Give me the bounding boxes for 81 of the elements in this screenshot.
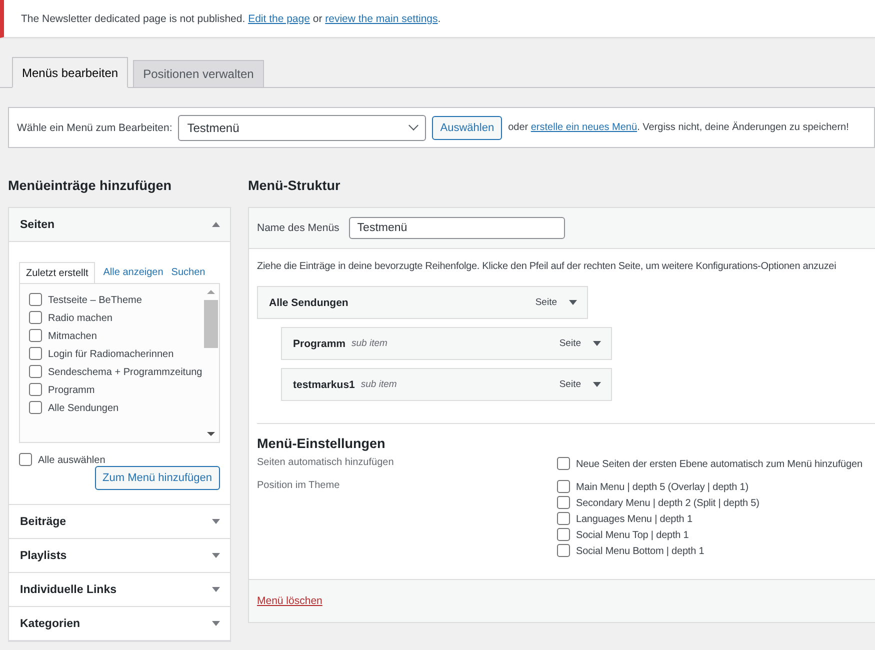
delete-menu-link[interactable]: Menü löschen bbox=[257, 595, 322, 607]
checkbox[interactable] bbox=[557, 496, 570, 509]
checkbox[interactable] bbox=[557, 544, 570, 557]
tab[interactable]: Menüs bearbeiten bbox=[12, 57, 128, 88]
hint-text: oder erstelle ein neues Menü. Vergiss nicht, deine Änderungen zu speichern! bbox=[508, 122, 849, 133]
setting-label: Seiten automatisch hinzufügen bbox=[257, 457, 395, 470]
tab[interactable]: Suchen bbox=[171, 262, 206, 283]
accordion-title: Playlists bbox=[20, 550, 67, 562]
field-label: Wähle ein Menü zum Bearbeiten: bbox=[17, 122, 172, 134]
tab[interactable]: Positionen verwalten bbox=[133, 60, 264, 88]
tab[interactable]: Zuletzt erstellt bbox=[19, 262, 96, 283]
checkbox-option[interactable]: Languages Menu | depth 1 bbox=[557, 512, 760, 525]
checkbox[interactable] bbox=[29, 329, 42, 342]
menu-item-title: Alle Sendungen bbox=[269, 296, 348, 308]
checkbox-option[interactable]: Social Menu Top | depth 1 bbox=[557, 528, 760, 541]
list-item[interactable]: Radio machen bbox=[29, 310, 203, 328]
link[interactable]: erstelle ein neues Menü bbox=[530, 122, 638, 133]
checkbox[interactable] bbox=[19, 453, 32, 466]
accordion-title: Seiten bbox=[20, 218, 55, 230]
checkbox[interactable] bbox=[29, 401, 42, 414]
select-all-option[interactable]: Alle auswählen bbox=[19, 453, 220, 466]
section-heading: Menüeinträge hinzufügen bbox=[8, 178, 172, 195]
checkbox[interactable] bbox=[29, 383, 42, 396]
accordion-header[interactable]: Kategorien bbox=[9, 607, 230, 640]
menu-name-field[interactable]: Testmenü bbox=[349, 217, 566, 239]
menu-item-note: sub item bbox=[360, 379, 397, 390]
accordion-header[interactable]: Individuelle Links bbox=[9, 573, 230, 606]
accordion-header[interactable]: Seiten bbox=[9, 208, 230, 242]
checkbox[interactable] bbox=[29, 293, 42, 306]
menu-select[interactable]: Testmenü bbox=[178, 114, 426, 140]
link[interactable]: Edit the page bbox=[248, 12, 310, 24]
triangle-down-icon[interactable] bbox=[593, 341, 601, 346]
accordion-header[interactable]: Beiträge bbox=[9, 505, 230, 538]
instructions-text: Ziehe die Einträge in deine bevorzugte Reihenfolge. Klicke den Pfeil auf der rechten Seite, um weitere Konfigurations-Optionen anzuzei bbox=[257, 261, 838, 272]
triangle-down-icon bbox=[212, 519, 220, 524]
field-label: Name des Menüs bbox=[257, 222, 340, 234]
menu-item-title: Programm bbox=[293, 338, 346, 350]
checkbox[interactable] bbox=[557, 457, 570, 470]
list-item[interactable]: Mitmachen bbox=[29, 328, 203, 346]
select-value: Testmenü bbox=[187, 120, 240, 134]
list-item[interactable]: Alle Sendungen bbox=[29, 400, 203, 418]
menu-item-type: Seite bbox=[535, 297, 557, 308]
tab[interactable]: Alle anzeigen bbox=[103, 262, 164, 283]
menu-item-type: Seite bbox=[559, 379, 581, 390]
accordion-title: Kategorien bbox=[20, 618, 80, 630]
menu-item-note: sub item bbox=[352, 338, 388, 349]
triangle-down-icon bbox=[212, 553, 220, 558]
checkbox-option[interactable]: Neue Seiten der ersten Ebene automatisch zum Menü hinzufügen bbox=[557, 457, 862, 470]
triangle-down-icon[interactable] bbox=[593, 382, 601, 387]
checkbox[interactable] bbox=[29, 365, 42, 378]
menu-item[interactable]: Alle Sendungen Seite bbox=[257, 286, 588, 319]
triangle-down-icon bbox=[212, 621, 220, 626]
triangle-down-icon[interactable] bbox=[569, 300, 577, 305]
checkbox[interactable] bbox=[29, 347, 42, 360]
menu-item[interactable]: Programm sub item Seite bbox=[281, 327, 612, 360]
triangle-down-icon bbox=[212, 587, 220, 592]
list-item[interactable]: Sendeschema + Programmzeitung bbox=[29, 364, 203, 382]
checkbox-option[interactable]: Main Menu | depth 5 (Overlay | depth 1) bbox=[557, 480, 760, 493]
settings-heading: Menü-Einstellungen bbox=[257, 436, 386, 451]
triangle-up-icon bbox=[212, 222, 220, 227]
checkbox-option[interactable]: Social Menu Bottom | depth 1 bbox=[557, 544, 760, 557]
accordion-title: Beiträge bbox=[20, 516, 66, 528]
checkbox[interactable] bbox=[557, 512, 570, 525]
menu-item[interactable]: testmarkus1 sub item Seite bbox=[281, 368, 612, 401]
checkbox[interactable] bbox=[557, 528, 570, 541]
add-to-menu-button[interactable]: Zum Menü hinzufügen bbox=[94, 466, 220, 490]
link[interactable]: review the main settings bbox=[325, 12, 438, 24]
accordion-title: Individuelle Links bbox=[20, 584, 116, 596]
list-item[interactable]: Programm bbox=[29, 382, 203, 400]
menu-item-type: Seite bbox=[559, 338, 581, 349]
select-button[interactable]: Auswählen bbox=[432, 116, 502, 140]
list-item[interactable]: Login für Radiomacherinnen bbox=[29, 346, 203, 364]
checkbox-option[interactable]: Secondary Menu | depth 2 (Split | depth 5) bbox=[557, 496, 760, 509]
list-item[interactable]: Testseite – BeTheme bbox=[29, 292, 203, 310]
accordion-header[interactable]: Playlists bbox=[9, 539, 230, 572]
checkbox[interactable] bbox=[557, 480, 570, 493]
setting-label: Position im Theme bbox=[257, 480, 341, 493]
section-heading: Menü-Struktur bbox=[248, 178, 342, 195]
checkbox[interactable] bbox=[29, 311, 42, 324]
menu-item-title: testmarkus1 bbox=[293, 378, 355, 390]
notice-text: The Newsletter dedicated page is not published. Edit the page or review the main settings. bbox=[21, 12, 441, 24]
